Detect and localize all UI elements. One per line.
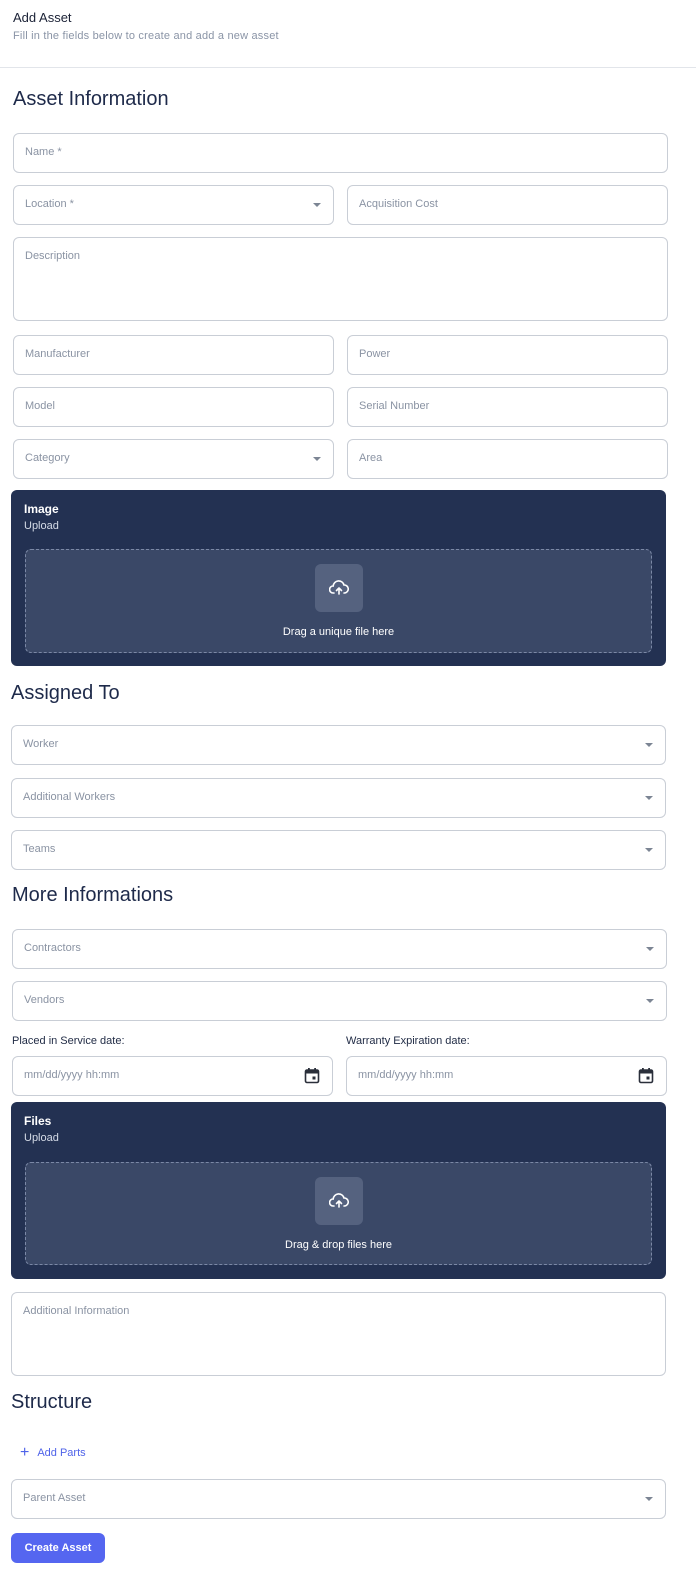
- image-drop-text: Drag a unique file here: [282, 626, 395, 638]
- additional-information-field[interactable]: Additional Information: [11, 1292, 666, 1376]
- placed-in-service-label: Placed in Service date:: [12, 1035, 125, 1047]
- additional-workers-placeholder: Additional Workers: [23, 791, 116, 803]
- serial-number-field[interactable]: Serial Number: [347, 387, 668, 427]
- warranty-expiration-label: Warranty Expiration date:: [346, 1035, 470, 1047]
- chevron-down-icon: [645, 796, 653, 800]
- files-dropzone[interactable]: Drag & drop files here: [25, 1162, 652, 1265]
- files-drop-text: Drag & drop files here: [285, 1239, 392, 1251]
- files-upload-panel: Files Upload Drag & drop files here: [11, 1102, 666, 1279]
- location-select[interactable]: Location *: [13, 185, 334, 225]
- manufacturer-placeholder: Manufacturer: [25, 348, 90, 360]
- asset-information-title: Asset Information: [13, 88, 169, 110]
- upload-button[interactable]: [314, 1177, 363, 1225]
- additional-workers-select[interactable]: Additional Workers: [11, 778, 666, 818]
- area-field[interactable]: Area: [347, 439, 668, 479]
- placed-in-service-date-input[interactable]: mm/dd/yyyy hh:mm: [12, 1056, 333, 1096]
- chevron-down-icon: [646, 947, 654, 951]
- files-upload-title: Files: [24, 1114, 52, 1128]
- serial-number-placeholder: Serial Number: [359, 400, 430, 412]
- vendors-placeholder: Vendors: [24, 994, 65, 1006]
- placed-in-service-placeholder: mm/dd/yyyy hh:mm: [24, 1069, 120, 1081]
- chevron-down-icon: [646, 999, 654, 1003]
- worker-select[interactable]: Worker: [11, 725, 666, 765]
- image-upload-title: Image: [24, 502, 59, 516]
- add-parts-label: Add Parts: [37, 1447, 86, 1459]
- manufacturer-field[interactable]: Manufacturer: [13, 335, 334, 375]
- image-upload-panel: Image Upload Drag a unique file here: [11, 490, 666, 666]
- teams-select[interactable]: Teams: [11, 830, 666, 870]
- assigned-to-title: Assigned To: [11, 682, 120, 704]
- area-placeholder: Area: [359, 452, 383, 464]
- contractors-select[interactable]: Contractors: [12, 929, 667, 969]
- power-placeholder: Power: [359, 348, 391, 360]
- model-placeholder: Model: [25, 400, 55, 412]
- parent-asset-placeholder: Parent Asset: [23, 1492, 86, 1504]
- image-upload-subtitle: Upload: [24, 520, 59, 532]
- name-field[interactable]: Name *: [13, 133, 668, 173]
- acquisition-cost-placeholder: Acquisition Cost: [359, 198, 438, 210]
- warranty-expiration-date-input[interactable]: mm/dd/yyyy hh:mm: [346, 1056, 667, 1096]
- worker-placeholder: Worker: [23, 738, 59, 750]
- model-field[interactable]: Model: [13, 387, 334, 427]
- page-subtitle: Fill in the fields below to create and a…: [13, 30, 279, 42]
- chevron-down-icon: [645, 848, 653, 852]
- chevron-down-icon: [313, 203, 321, 207]
- add-parts-button[interactable]: + Add Parts: [20, 1443, 86, 1463]
- upload-button[interactable]: [314, 564, 363, 612]
- description-field[interactable]: Description: [13, 237, 668, 321]
- warranty-placeholder: mm/dd/yyyy hh:mm: [358, 1069, 454, 1081]
- additional-information-placeholder: Additional Information: [23, 1305, 130, 1317]
- parent-asset-select[interactable]: Parent Asset: [11, 1479, 666, 1519]
- more-informations-title: More Informations: [12, 884, 174, 906]
- calendar-icon[interactable]: [638, 1067, 654, 1084]
- teams-placeholder: Teams: [23, 843, 56, 855]
- acquisition-cost-field[interactable]: Acquisition Cost: [347, 185, 668, 225]
- power-field[interactable]: Power: [347, 335, 668, 375]
- vendors-select[interactable]: Vendors: [12, 981, 667, 1021]
- create-asset-button[interactable]: Create Asset: [11, 1533, 105, 1563]
- page-title: Add Asset: [13, 10, 72, 25]
- cloud-upload-icon: [328, 1193, 349, 1208]
- category-select[interactable]: Category: [13, 439, 334, 479]
- image-dropzone[interactable]: Drag a unique file here: [25, 549, 652, 653]
- structure-title: Structure: [11, 1391, 93, 1413]
- category-placeholder: Category: [25, 452, 70, 464]
- cloud-upload-icon: [328, 580, 349, 595]
- description-placeholder: Description: [25, 250, 81, 262]
- page-header: Add Asset Fill in the fields below to cr…: [0, 0, 696, 68]
- name-placeholder: Name *: [25, 146, 62, 158]
- chevron-down-icon: [313, 457, 321, 461]
- calendar-icon[interactable]: [304, 1067, 320, 1084]
- contractors-placeholder: Contractors: [24, 942, 81, 954]
- location-placeholder: Location *: [25, 198, 74, 210]
- chevron-down-icon: [645, 743, 653, 747]
- plus-icon: +: [20, 1444, 30, 1461]
- chevron-down-icon: [645, 1497, 653, 1501]
- files-upload-subtitle: Upload: [24, 1132, 59, 1144]
